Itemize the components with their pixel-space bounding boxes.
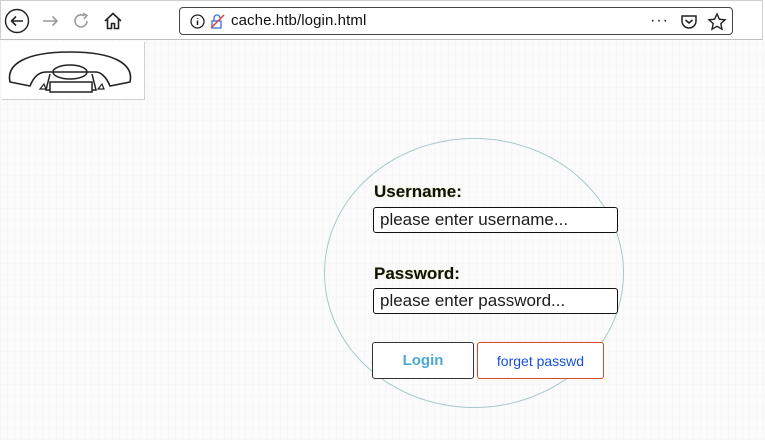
- page-actions-icon[interactable]: ···: [650, 12, 669, 30]
- info-icon[interactable]: [190, 14, 205, 29]
- back-button[interactable]: [3, 7, 31, 35]
- browser-toolbar: cache.htb/login.html ···: [0, 0, 763, 40]
- home-button[interactable]: [99, 7, 127, 35]
- username-label: Username:: [374, 182, 462, 201]
- url-text[interactable]: cache.htb/login.html: [231, 12, 366, 29]
- rotary-telephone-logo: [8, 51, 132, 93]
- password-input[interactable]: [373, 288, 618, 314]
- forward-button[interactable]: [37, 7, 65, 35]
- page-content: Username: Password: Login forget passwd: [0, 40, 765, 440]
- bookmark-star-icon[interactable]: [707, 12, 727, 32]
- back-icon: [4, 8, 30, 34]
- reload-icon: [74, 12, 89, 28]
- site-logo: [2, 42, 145, 100]
- pocket-icon[interactable]: [680, 13, 698, 31]
- password-label: Password:: [374, 264, 460, 283]
- reload-button[interactable]: [67, 7, 95, 35]
- home-icon: [104, 12, 122, 30]
- address-bar[interactable]: cache.htb/login.html ···: [179, 7, 733, 35]
- permissions-icon[interactable]: [209, 13, 226, 30]
- username-input[interactable]: [373, 207, 618, 233]
- forward-icon: [43, 15, 59, 27]
- forget-password-button[interactable]: forget passwd: [477, 342, 604, 379]
- login-button[interactable]: Login: [372, 342, 474, 379]
